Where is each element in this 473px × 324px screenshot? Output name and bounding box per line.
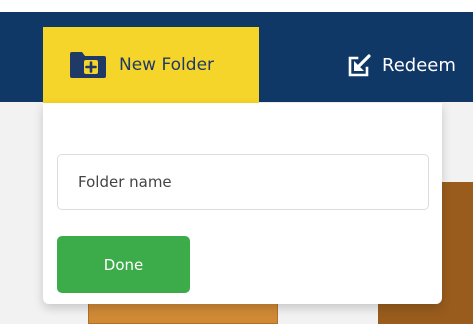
folder-plus-icon xyxy=(70,52,106,78)
nav-redeem-button[interactable]: Redeem xyxy=(347,27,456,103)
new-folder-popup: Done xyxy=(43,103,442,304)
redeem-icon xyxy=(347,52,373,78)
folder-name-input[interactable] xyxy=(57,154,429,210)
nav-new-folder-button[interactable]: New Folder xyxy=(43,27,259,103)
nav-redeem-label: Redeem xyxy=(382,54,456,76)
done-button[interactable]: Done xyxy=(57,236,190,293)
nav-new-folder-label: New Folder xyxy=(119,55,215,75)
page-top-strip xyxy=(0,0,473,12)
